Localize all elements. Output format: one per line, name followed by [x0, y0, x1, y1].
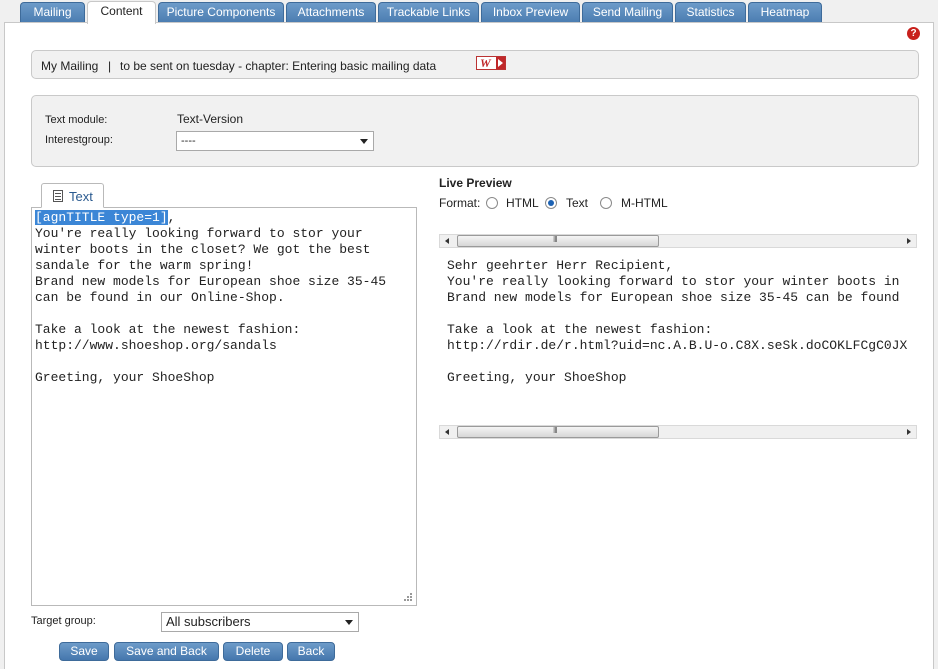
scroll-right-icon[interactable]	[907, 429, 911, 435]
tab-picture-components[interactable]: Picture Components	[158, 2, 284, 23]
live-preview-title: Live Preview	[439, 176, 512, 190]
scroll-left-icon[interactable]	[445, 238, 449, 244]
breadcrumb: My Mailing | to be sent on tuesday - cha…	[31, 50, 919, 79]
scroll-left-icon[interactable]	[445, 429, 449, 435]
chevron-down-icon	[345, 620, 353, 625]
delete-button[interactable]: Delete	[223, 642, 283, 661]
mailing-name: My Mailing	[41, 59, 99, 73]
editor-text: , You're really looking forward to stor …	[35, 210, 387, 385]
editor-tab-label: Text	[69, 189, 93, 204]
text-editor[interactable]: [agnTITLE type=1], You're really looking…	[31, 207, 417, 606]
target-group-select[interactable]: All subscribers	[161, 612, 359, 632]
tab-heatmap[interactable]: Heatmap	[748, 2, 822, 23]
selected-placeholder-token: [agnTITLE type=1]	[35, 210, 168, 225]
resize-grip-icon[interactable]	[403, 592, 414, 603]
target-group-value: All subscribers	[166, 614, 251, 629]
help-icon[interactable]: ?	[907, 27, 920, 40]
text-module-label: Text module:	[45, 114, 108, 126]
wiki-link-icon[interactable]: W	[476, 56, 506, 70]
interestgroup-label: Interestgroup:	[45, 134, 113, 146]
interestgroup-value: ----	[181, 135, 196, 147]
format-radio-m-html[interactable]	[600, 197, 612, 209]
back-button[interactable]: Back	[287, 642, 335, 661]
scroll-right-icon[interactable]	[907, 238, 911, 244]
live-preview-content: Sehr geehrter Herr Recipient, You're rea…	[439, 250, 917, 425]
editor-tab-text[interactable]: Text	[41, 183, 104, 208]
format-label-m-html: M-HTML	[621, 196, 668, 210]
format-label-html: HTML	[506, 196, 539, 210]
scrollbar-thumb[interactable]	[457, 426, 659, 438]
mailing-description: to be sent on tuesday - chapter: Enterin…	[120, 59, 437, 73]
tab-content[interactable]: Content	[87, 1, 156, 24]
document-icon	[53, 190, 63, 202]
format-radio-html[interactable]	[486, 197, 498, 209]
tab-trackable-links[interactable]: Trackable Links	[378, 2, 479, 23]
text-module-value: Text-Version	[177, 112, 244, 126]
tab-inbox-preview[interactable]: Inbox Preview	[481, 2, 580, 23]
format-label: Format:	[439, 196, 481, 210]
mailing-tab-bar: Mailing Content Picture Components Attac…	[0, 0, 938, 24]
save-button[interactable]: Save	[59, 642, 109, 661]
breadcrumb-separator: |	[108, 59, 112, 73]
text-module-panel: Text module: Text-Version Interestgroup:	[31, 95, 919, 167]
tab-statistics[interactable]: Statistics	[675, 2, 746, 23]
preview-scrollbar-top[interactable]	[439, 234, 917, 248]
tab-attachments[interactable]: Attachments	[286, 2, 376, 23]
preview-scrollbar-bottom[interactable]	[439, 425, 917, 439]
save-and-back-button[interactable]: Save and Back	[114, 642, 219, 661]
chevron-down-icon	[360, 139, 368, 144]
scrollbar-thumb[interactable]	[457, 235, 659, 247]
target-group-label: Target group:	[31, 615, 96, 627]
format-radio-text[interactable]	[545, 197, 557, 209]
tab-mailing[interactable]: Mailing	[20, 2, 85, 23]
interestgroup-select[interactable]: ----	[176, 131, 374, 151]
tab-send-mailing[interactable]: Send Mailing	[582, 2, 673, 23]
format-label-text: Text	[566, 196, 589, 210]
